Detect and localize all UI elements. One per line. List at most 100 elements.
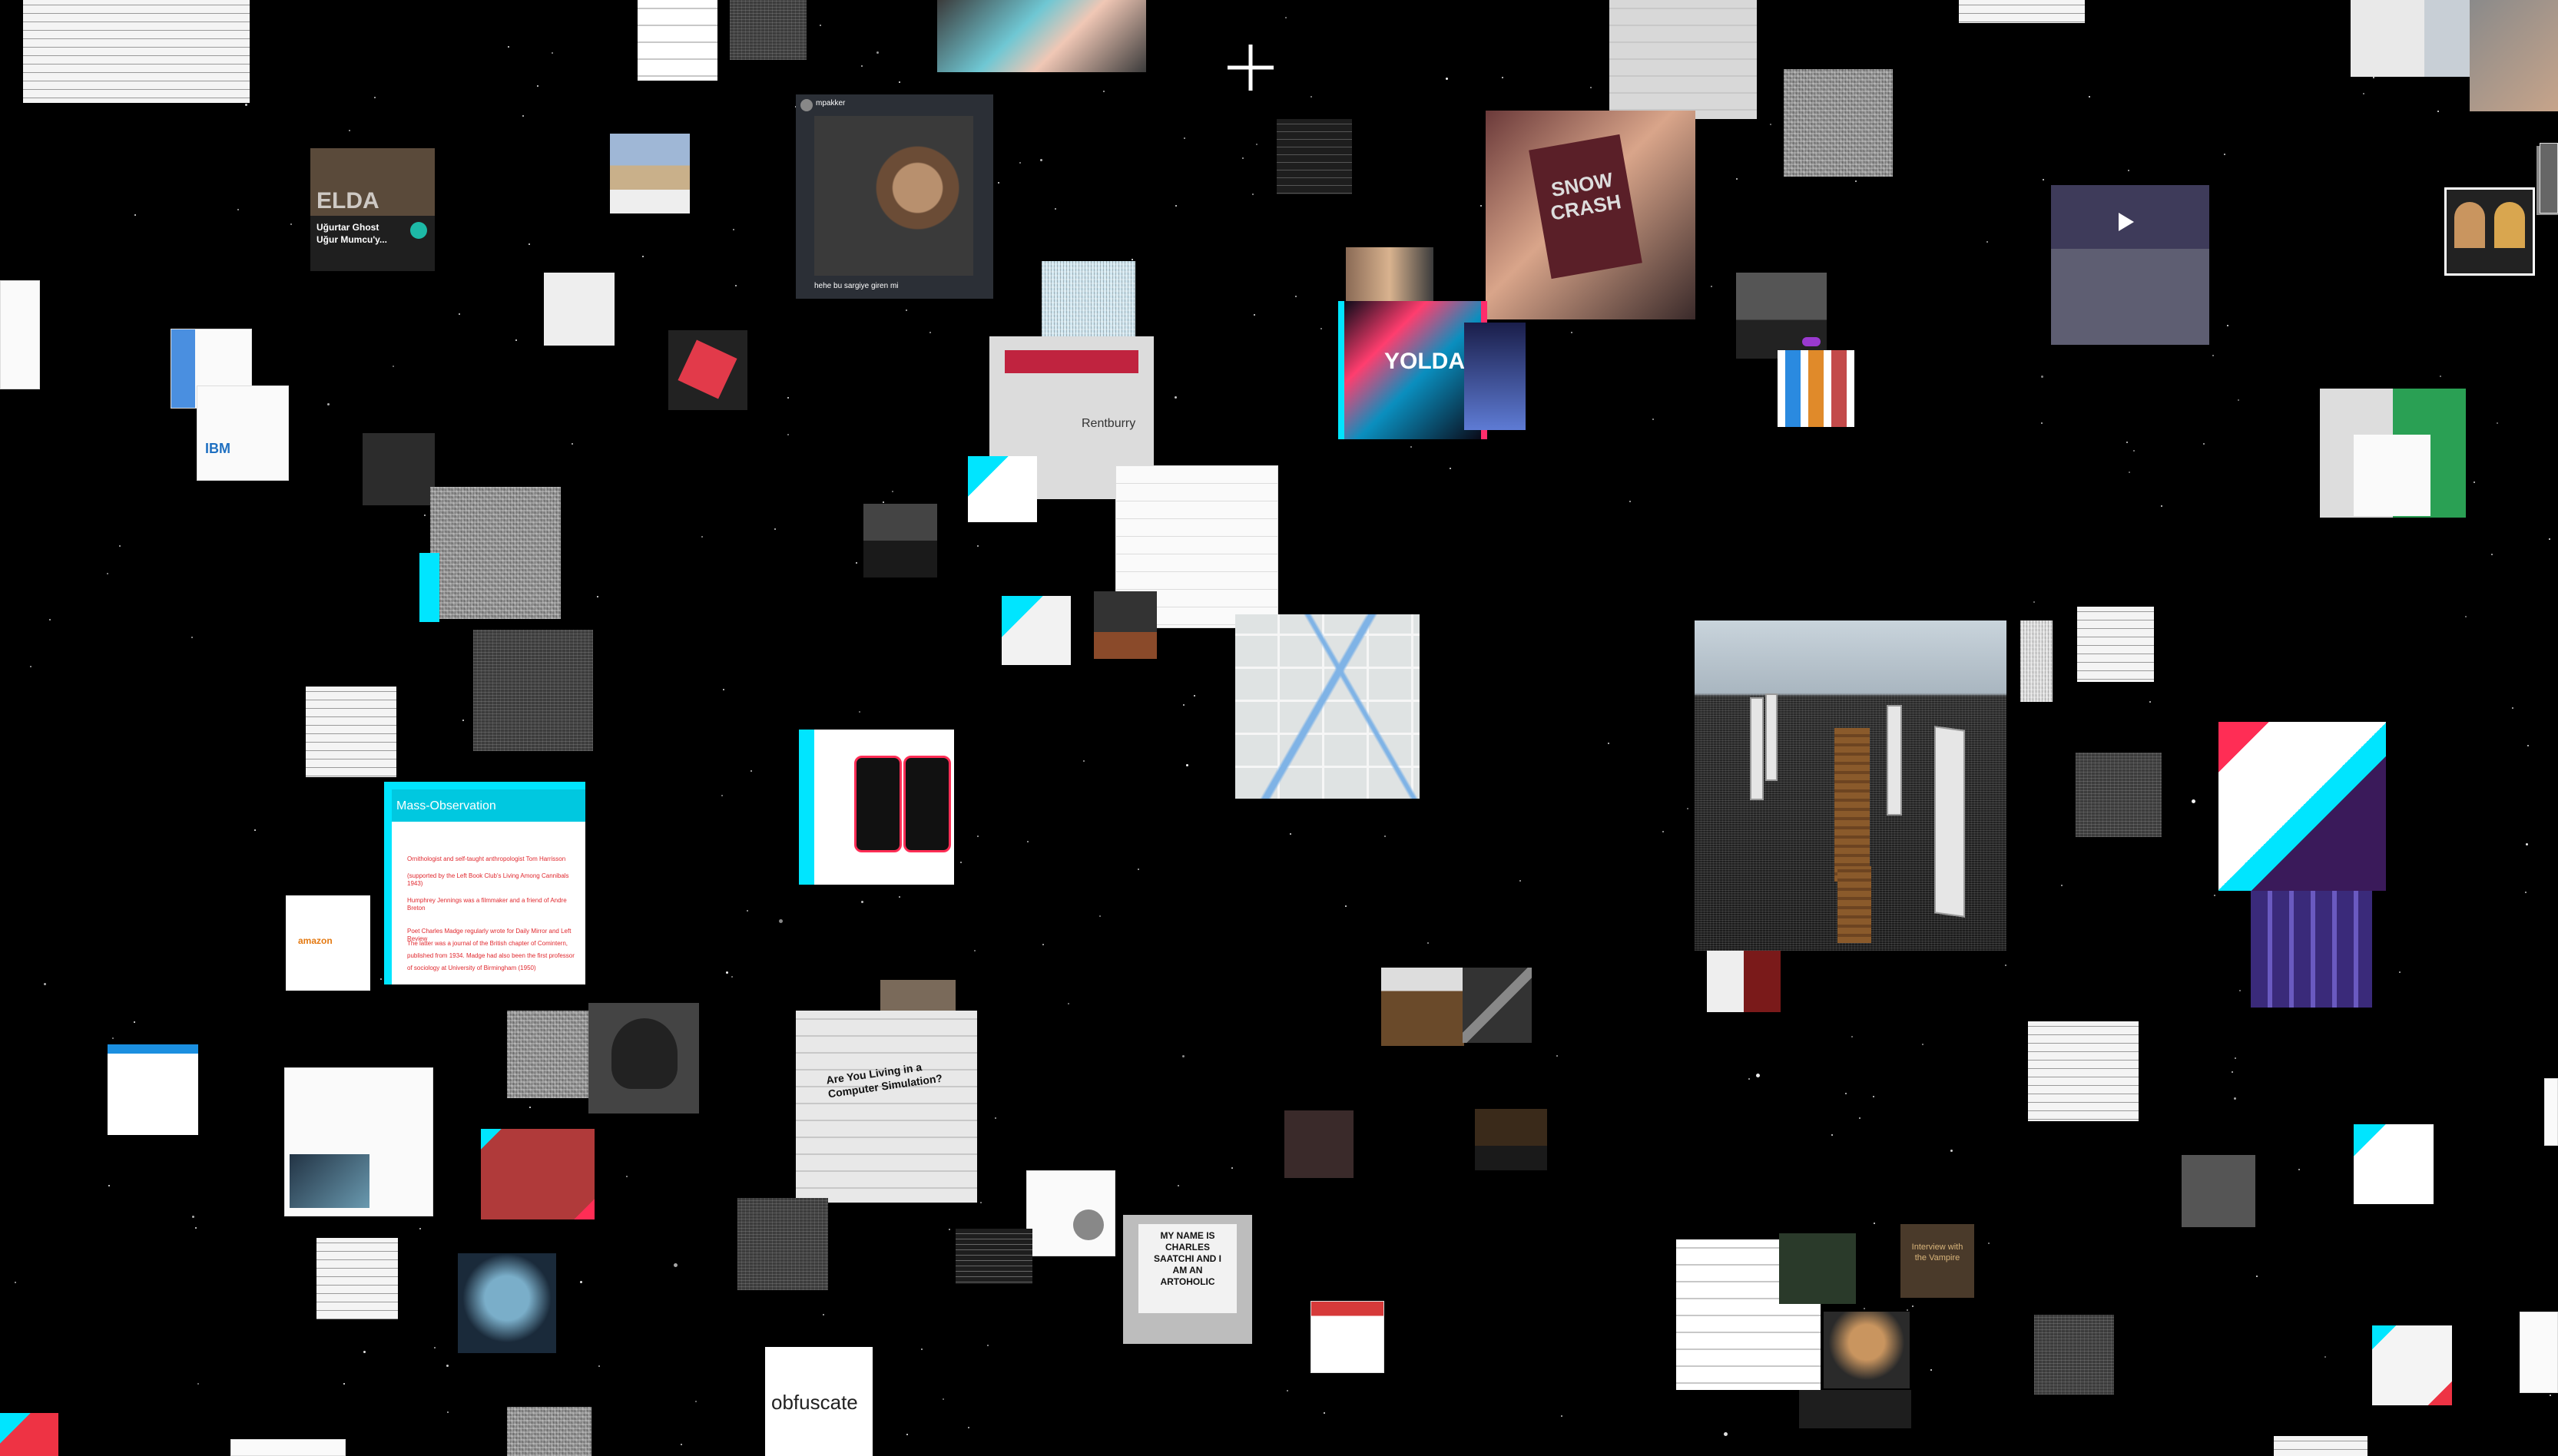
thumbnail-dark-doc-2[interactable]: [737, 1198, 828, 1290]
thumbnail-dark-terminal[interactable]: [956, 1229, 1032, 1284]
thumbnail-yolda-poster[interactable]: YOLDA: [1344, 301, 1481, 439]
thumbnail-small-doc[interactable]: [316, 1238, 398, 1319]
thumbnail-red-window[interactable]: [1707, 951, 1781, 1012]
slide-line: The latter was a journal of the British …: [407, 940, 568, 947]
star: [1873, 1096, 1874, 1097]
thumbnail-grey-sketch[interactable]: [507, 1011, 590, 1098]
thumbnail-small-cyan[interactable]: [1002, 596, 1071, 665]
thumbnail-left-edge-doc[interactable]: [0, 280, 40, 389]
star: [2465, 616, 2467, 617]
thumbnail-edge-right-2[interactable]: [2544, 1078, 2558, 1146]
thumbnail-color-swatches[interactable]: [1778, 350, 1854, 427]
thumbnail-text-page[interactable]: [638, 0, 717, 81]
thumbnail-colorful-doc[interactable]: [2028, 1021, 2139, 1121]
thumbnail-building-shop[interactable]: [1381, 968, 1464, 1046]
thumbnail-isometric-room[interactable]: [937, 0, 1146, 72]
obfuscate-text: obfuscate: [771, 1391, 858, 1414]
star: [899, 896, 900, 898]
thumbnail-noise-strip[interactable]: [2020, 620, 2053, 702]
thumbnail-notes-sketch[interactable]: [23, 0, 250, 103]
thumbnail-dark-strip[interactable]: [1094, 591, 1157, 659]
thumbnail-cyan-book-edge[interactable]: [0, 1413, 58, 1456]
thumbnail-white-card[interactable]: [2354, 435, 2430, 516]
thumbnail-grey-noise-left[interactable]: [430, 487, 561, 619]
thumbnail-video-thumb[interactable]: [880, 980, 956, 1011]
thumbnail-top-right-cluster[interactable]: [2351, 0, 2474, 77]
thumbnail-webcam-post[interactable]: mpakker hehe bu sargiye giren mi: [796, 94, 993, 299]
thumbnail-building-photo[interactable]: [610, 134, 690, 213]
thumbnail-orange-event[interactable]: [1475, 1109, 1547, 1170]
thumbnail-purple-grid[interactable]: [2251, 891, 2372, 1008]
thumbnail-dark-doc[interactable]: [730, 0, 807, 60]
thumbnail-dark-card[interactable]: [2076, 753, 2162, 837]
thumbnail-map[interactable]: [1235, 614, 1420, 799]
thumbnail-letter-photo[interactable]: [1609, 0, 1757, 119]
thumbnail-scraper-site[interactable]: [108, 1044, 198, 1135]
thumbnail-blue-site[interactable]: [2354, 1124, 2434, 1204]
thumbnail-dark-photo[interactable]: [1284, 1110, 1354, 1178]
thumbnail-top-right-doc[interactable]: [1959, 0, 2085, 23]
thumbnail-cyan-card[interactable]: [968, 456, 1037, 522]
thumbnail-red-cyan-card[interactable]: [2372, 1325, 2452, 1405]
star: [695, 1401, 697, 1402]
thumbnail-dark-noise[interactable]: [473, 630, 593, 751]
thumbnail-blank-white[interactable]: [544, 273, 615, 346]
thumbnail-wiki-page[interactable]: [1026, 1170, 1115, 1256]
thumbnail-corner-photo[interactable]: [2470, 0, 2558, 111]
elda-line2: Uğur Mumcu'y...: [316, 234, 387, 245]
thumbnail-neon-sidebar[interactable]: [1464, 323, 1526, 430]
thumbnail-cyan-sliver[interactable]: [419, 553, 439, 622]
star: [1446, 78, 1448, 80]
play-button[interactable]: [410, 222, 427, 239]
thumbnail-dark-article[interactable]: [1277, 119, 1352, 194]
thumbnail-colourful-site[interactable]: [1310, 1301, 1384, 1373]
thumbnail-3d-gallery-scene[interactable]: [1695, 620, 2006, 951]
thumbnail-dark-noise-right[interactable]: [2034, 1315, 2114, 1395]
thumbnail-diagonal-dark[interactable]: [1463, 968, 1532, 1043]
star: [1519, 880, 1521, 882]
thumbnail-grey-doc[interactable]: [306, 687, 396, 777]
thumbnail-glitch-banner[interactable]: [2218, 722, 2386, 891]
thumbnail-bottom-strip[interactable]: [230, 1439, 346, 1456]
play-icon[interactable]: [2119, 213, 2134, 231]
thumbnail-dark-poster[interactable]: [588, 1003, 699, 1114]
star: [1055, 208, 1056, 210]
thumbnail-grey-blurred[interactable]: [2182, 1155, 2255, 1227]
thumbnail-book-list[interactable]: amazon: [286, 895, 370, 991]
thumbnail-simulation-article[interactable]: Are You Living in a Computer Simulation?: [796, 1011, 977, 1203]
star: [2234, 1097, 2236, 1100]
thumbnail-red-book-cover[interactable]: [481, 1129, 595, 1219]
thumbnail-red-card[interactable]: [668, 330, 747, 410]
thumbnail-bottom-noise[interactable]: [507, 1407, 591, 1456]
thumbnail-snow-crash[interactable]: SNOW CRASH: [1486, 111, 1695, 319]
thumbnail-video-call[interactable]: [2444, 187, 2535, 276]
thumbnail-glitch-frame[interactable]: [1042, 261, 1135, 338]
thumbnail-grey-texture[interactable]: [1784, 69, 1893, 177]
thumbnail-charles-saatchi[interactable]: MY NAME IS CHARLES SAATCHI AND I AM AN A…: [1123, 1215, 1252, 1344]
thumbnail-phone-mockups[interactable]: [799, 730, 954, 885]
thumbnail-portrait-stack[interactable]: [1824, 1312, 1910, 1388]
thumbnail-edge-right-3[interactable]: [2540, 143, 2558, 213]
thumbnail-obfuscate[interactable]: obfuscate: [765, 1347, 873, 1456]
thumbnail-mass-observation[interactable]: Mass-Observation Ornithologist and self-…: [384, 782, 585, 984]
star: [1724, 1432, 1728, 1436]
thumbnail-dark-app[interactable]: [863, 504, 937, 577]
thumbnail-purple-video[interactable]: [2051, 185, 2209, 345]
thumbnail-dark-profile[interactable]: [363, 433, 435, 505]
purple-badge[interactable]: [1802, 337, 1821, 346]
thumbnail-diver-photo[interactable]: [458, 1253, 556, 1353]
thumbnail-profile-photo[interactable]: [1346, 247, 1433, 306]
thumbnail-edge-right-1[interactable]: [2520, 1312, 2558, 1393]
thumbnail-small-profile[interactable]: [2077, 607, 2154, 682]
starfield-canvas[interactable]: ELDA Uğurtar Ghost Uğur Mumcu'y... mpakk…: [0, 0, 2558, 1456]
thumbnail-green-stack[interactable]: [1779, 1233, 1856, 1304]
star: [733, 229, 734, 230]
star: [2399, 971, 2401, 973]
thumbnail-music-profile[interactable]: [1736, 273, 1827, 359]
thumbnail-vampire[interactable]: Interview with the Vampire: [1900, 1224, 1974, 1298]
thumbnail-profile-page[interactable]: [284, 1067, 433, 1216]
thumbnail-logo-grid[interactable]: IBM: [197, 386, 289, 481]
thumbnail-bottom-right-doc[interactable]: [2274, 1436, 2367, 1456]
thumbnail-bottom-player[interactable]: [1799, 1390, 1911, 1428]
thumbnail-elda-card[interactable]: ELDA Uğurtar Ghost Uğur Mumcu'y...: [310, 148, 435, 271]
